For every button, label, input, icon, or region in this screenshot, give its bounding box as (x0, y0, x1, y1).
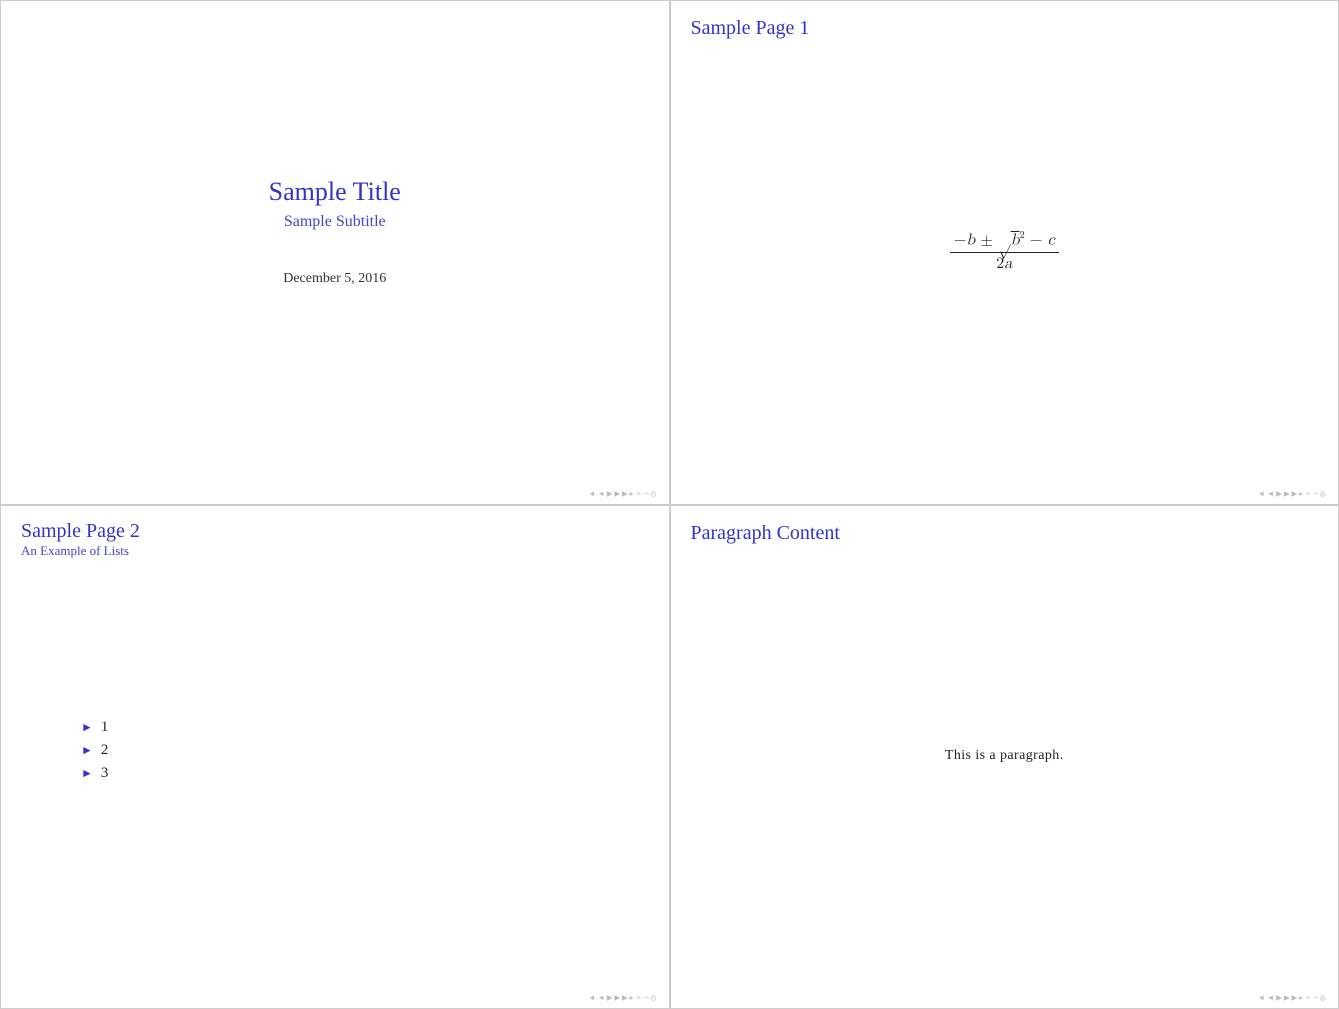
nav-symbols-2: ◄ ◄ ▶ ▶ ▶ ▸ (1258, 489, 1303, 498)
slide-3-nav: ◄ ◄ ▶ ▶ ▶ ▸ ≡ ∽◎ (1, 993, 669, 1002)
nav-equals-1: ≡ (636, 489, 640, 498)
slide-1-title: Sample Title (269, 177, 401, 207)
nav-loop-1: ∽◎ (644, 489, 657, 498)
nav-loop-2: ∽◎ (1313, 489, 1326, 498)
numerator: −b ± √b2 − c (950, 229, 1059, 253)
nav-symbols-3: ◄ ◄ ▶ ▶ ▶ ▸ (588, 993, 633, 1002)
nav-loop-4: ∽◎ (1313, 993, 1326, 1002)
slide-3: Sample Page 2 An Example of Lists ► 1 ► … (0, 505, 670, 1009)
slide-1-nav: ◄ ◄ ▶ ▶ ▶ ▸ ≡ ∽◎ (1, 489, 669, 498)
slide-3-header: Sample Page 2 An Example of Lists (1, 506, 669, 559)
list-item-3: ► 3 (81, 765, 669, 782)
denominator: 2a (992, 253, 1016, 274)
nav-equals-3: ≡ (636, 993, 640, 1002)
slide-3-title: Sample Page 2 (21, 520, 649, 543)
list-item-1: ► 1 (81, 719, 669, 736)
fraction: −b ± √b2 − c 2a (950, 229, 1059, 274)
slide-1-subtitle: Sample Subtitle (284, 213, 386, 231)
nav-equals-4: ≡ (1306, 993, 1310, 1002)
slide-4-nav: ◄ ◄ ▶ ▶ ▶ ▸ ≡ ∽◎ (671, 993, 1339, 1002)
slide-4-paragraph: This is a paragraph. (945, 748, 1064, 764)
slide-2-formula: −b ± √b2 − c 2a (950, 229, 1059, 274)
slide-3-subtitle: An Example of Lists (21, 543, 649, 559)
slide-1-content: Sample Title Sample Subtitle December 5,… (1, 1, 669, 504)
slide-2-nav: ◄ ◄ ▶ ▶ ▶ ▸ ≡ ∽◎ (671, 489, 1339, 498)
bullet-icon-3: ► (81, 766, 93, 781)
nav-equals-2: ≡ (1306, 489, 1310, 498)
list-item-3-text: 3 (101, 765, 109, 782)
nav-symbols-1: ◄ ◄ ▶ ▶ ▶ ▸ (588, 489, 633, 498)
nav-loop-3: ∽◎ (644, 993, 657, 1002)
bullet-icon-2: ► (81, 743, 93, 758)
slide-4: Paragraph Content This is a paragraph. ◄… (670, 505, 1339, 1009)
nav-symbols-4: ◄ ◄ ▶ ▶ ▶ ▸ (1258, 993, 1303, 1002)
list-item-1-text: 1 (101, 719, 109, 736)
slide-4-title: Paragraph Content (671, 506, 1339, 545)
slide-2: Sample Page 1 −b ± √b2 − c 2a ◄ ◄ ▶ ▶ ▶ … (670, 0, 1339, 505)
slide-3-list: ► 1 ► 2 ► 3 (1, 559, 669, 1009)
bullet-icon-1: ► (81, 720, 93, 735)
slide-2-title: Sample Page 1 (671, 1, 1339, 40)
list-item-2-text: 2 (101, 742, 109, 759)
list-item-2: ► 2 (81, 742, 669, 759)
slide-2-content: −b ± √b2 − c 2a (671, 40, 1339, 504)
slide-1: Sample Title Sample Subtitle December 5,… (0, 0, 670, 505)
slide-1-date: December 5, 2016 (283, 271, 386, 287)
slide-4-content: This is a paragraph. (671, 545, 1339, 1009)
